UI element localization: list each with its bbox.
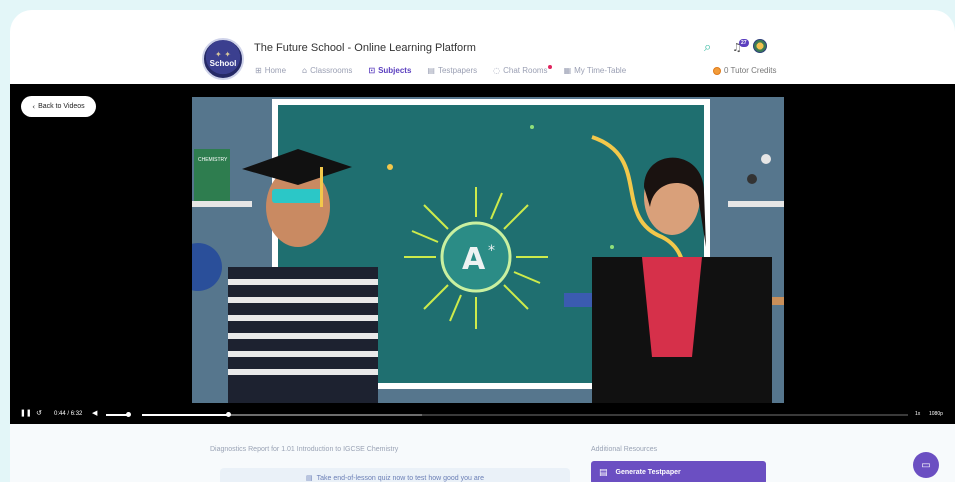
classroom-icon: ⌂ [302,66,308,75]
logo-text: School [209,58,237,68]
duration: 6:32 [70,411,83,417]
nav-chat-rooms[interactable]: ◌ Chat Rooms [493,65,552,75]
progress-fill [142,414,228,416]
video-frame[interactable]: A * CHEMISTRY [192,97,784,403]
volume-icon[interactable]: ◀ [92,409,97,417]
generate-testpaper-button[interactable]: ▤ Generate Testpaper [591,461,766,482]
search-icon[interactable]: ⌕ [704,40,711,55]
nav-home[interactable]: ⊞ Home [255,66,286,75]
pause-icon[interactable]: ❚❚ [20,409,32,417]
calendar-icon: ▦ [563,66,572,75]
nav-testpapers-label: Testpapers [437,66,478,75]
home-icon: ⊞ [255,66,262,75]
tutor-credits[interactable]: 0 Tutor Credits [713,66,776,75]
time-separator: / [67,411,70,417]
main-nav: ⊞ Home ⌂ Classrooms ⊡ Subjects ▤ Testpap… [255,65,627,75]
playback-speed[interactable]: 1x [915,411,920,417]
nav-subjects-label: Subjects [378,66,412,75]
chat-support-icon[interactable]: ▭ [913,452,939,478]
app-frame: ✦ ✦ School The Future School - Online Le… [10,10,955,482]
nav-classrooms-label: Classrooms [310,66,353,75]
notification-badge: 27 [739,39,749,47]
nav-subjects[interactable]: ⊡ Subjects [368,66,411,75]
book-icon: ⊡ [368,66,376,75]
book-label: CHEMISTRY [198,157,228,163]
school-logo[interactable]: ✦ ✦ School [202,38,244,80]
lesson-panel: Diagnostics Report for 1.01 Introduction… [10,424,955,482]
resources-title: Additional Resources [591,446,658,453]
back-to-videos-label: Back to Videos [38,103,85,110]
nav-chat-rooms-label: Chat Rooms [503,66,548,75]
nav-timetable-label: My Time-Table [574,66,627,75]
nav-home-label: Home [264,66,287,75]
diagnostics-title: Diagnostics Report for 1.01 Introduction… [210,446,399,453]
back-to-videos-button[interactable]: ‹ Back to Videos [21,96,96,117]
nav-timetable[interactable]: ▦ My Time-Table [564,66,627,75]
app-title: The Future School - Online Learning Plat… [254,42,476,54]
logo-laurel: ✦ ✦ [215,49,231,59]
replay-icon[interactable]: ↺ [36,409,42,417]
tutor-credits-label: 0 Tutor Credits [724,66,777,75]
chat-icon: ◌ [493,66,501,75]
testpaper-icon: ▤ [599,467,608,478]
progress-knob[interactable] [225,412,231,417]
unread-dot [547,65,552,69]
generate-testpaper-label: Generate Testpaper [615,469,681,476]
player-controls: ❚❚ ↺ 0:44 / 6:32 ◀ 1x 1080p [10,405,955,424]
take-quiz-button[interactable]: ▤ Take end-of-lesson quiz now to test ho… [220,468,570,482]
document-icon: ▤ [427,66,435,75]
quiz-label: Take end-of-lesson quiz now to test how … [316,474,484,482]
volume-knob[interactable] [125,412,131,417]
avatar[interactable] [753,39,767,53]
current-time: 0:44 [54,411,66,417]
nav-testpapers[interactable]: ▤ Testpapers [427,66,477,75]
time-display: 0:44 / 6:32 [54,411,82,417]
coin-icon [713,66,721,75]
quality-selector[interactable]: 1080p [929,411,943,417]
svg-text:*: * [488,243,495,259]
quiz-icon: ▤ [306,474,313,482]
video-player[interactable]: ‹ Back to Videos A * CHEMISTRY ❚❚ ↺ 0:44… [10,84,955,424]
video-illustration: A * CHEMISTRY [192,97,784,403]
svg-text:A: A [462,242,486,277]
chevron-left-icon: ‹ [32,102,36,111]
nav-classrooms[interactable]: ⌂ Classrooms [302,66,352,75]
